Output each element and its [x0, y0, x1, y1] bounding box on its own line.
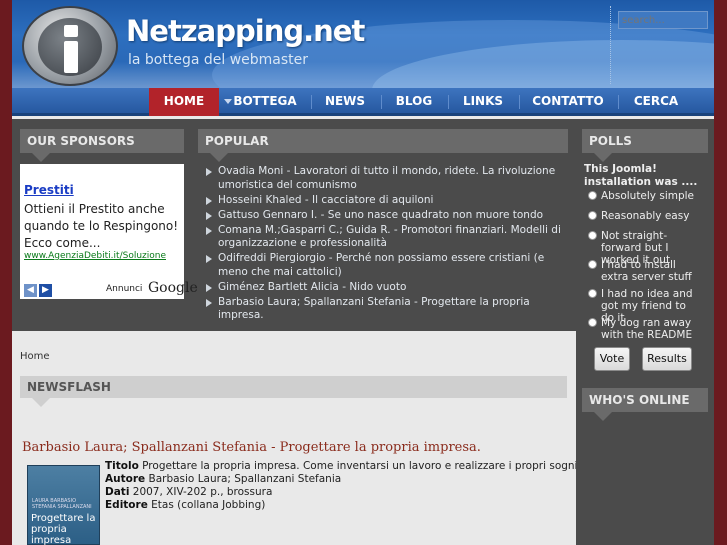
ad-text: Ottieni il Prestito anche quando te lo R… — [24, 202, 179, 250]
radio-button[interactable] — [588, 191, 597, 200]
site-title[interactable]: Netzapping.net — [126, 14, 365, 48]
list-item[interactable]: Giménez Bartlett Alicia - Nido vuoto — [206, 281, 566, 295]
detail-editore: Editore Etas (collana Jobbing) — [105, 499, 266, 511]
google-logo[interactable]: Google — [148, 280, 198, 296]
list-item[interactable]: Barbasio Laura; Spallanzani Stefania - P… — [206, 296, 566, 323]
ad-url[interactable]: www.AgenziaDebiti.it/Soluzione — [24, 251, 166, 261]
nav-item-cerca[interactable]: CERCA — [621, 88, 691, 116]
sponsors-title: OUR SPONSORS — [20, 129, 184, 162]
nav-item-contatto[interactable]: CONTATTO — [522, 88, 614, 116]
radio-button[interactable] — [588, 211, 597, 220]
list-item[interactable]: Odifreddi Piergiorgio - Perché non possi… — [206, 252, 566, 279]
ad-headline[interactable]: Prestiti — [24, 183, 74, 197]
popular-list: Ovadia Moni - Lavoratori di tutto il mon… — [206, 165, 566, 324]
nav-item-bottega[interactable]: BOTTEGA — [230, 88, 300, 116]
radio-button[interactable] — [588, 260, 597, 269]
ad-prev-icon[interactable]: ◀ — [24, 284, 37, 297]
vote-button[interactable]: Vote — [594, 347, 630, 371]
list-item[interactable]: Gattuso Gennaro I. - Se uno nasce quadra… — [206, 209, 566, 223]
poll-option[interactable]: Absolutely simple — [588, 190, 700, 202]
nav-item-links[interactable]: LINKS — [452, 88, 514, 116]
site-header: Netzapping.net la bottega del webmaster — [12, 0, 714, 88]
sponsor-ad: Prestiti Ottieni il Prestito anche quand… — [20, 164, 198, 299]
ad-next-icon[interactable]: ▶ — [39, 284, 52, 297]
info-logo-icon[interactable] — [22, 6, 118, 86]
polls-title: POLLS — [582, 129, 708, 162]
results-button[interactable]: Results — [642, 347, 692, 371]
detail-autore: Autore Barbasio Laura; Spallanzani Stefa… — [105, 473, 342, 485]
radio-button[interactable] — [588, 231, 597, 240]
poll-option[interactable]: Reasonably easy — [588, 210, 700, 222]
list-item[interactable]: Comana M.;Gasparri C.; Guida R. - Promot… — [206, 224, 566, 251]
poll-question: This Joomla! installation was .... — [584, 163, 698, 188]
page-frame: Netzapping.net la bottega del webmaster … — [12, 0, 714, 545]
whos-online-title: WHO'S ONLINE — [582, 388, 708, 421]
book-cover-image: LAURA BARBASIO STEFANIA SPALLANZANI Prog… — [27, 465, 100, 545]
header-divider — [610, 6, 611, 84]
newsflash-title: NEWSFLASH — [20, 376, 567, 407]
list-item[interactable]: Hosseini Khaled - Il cacciatore di aquil… — [206, 194, 566, 208]
detail-dati: Dati 2007, XIV-202 p., brossura — [105, 486, 273, 498]
cover-title: Progettare la propria impresa — [31, 513, 96, 545]
detail-titolo: Titolo Progettare la propria impresa. Co… — [105, 460, 578, 472]
radio-button[interactable] — [588, 289, 597, 298]
main-nav: HOME BOTTEGA NEWS BLOG LINKS CONTATTO CE… — [12, 88, 714, 116]
nav-item-blog[interactable]: BLOG — [384, 88, 444, 116]
nav-item-home[interactable]: HOME — [149, 88, 219, 116]
cover-authors: LAURA BARBASIO STEFANIA SPALLANZANI — [32, 498, 92, 510]
radio-button[interactable] — [588, 318, 597, 327]
poll-option[interactable]: I had to install extra server stuff — [588, 259, 700, 283]
breadcrumb[interactable]: Home — [20, 351, 50, 362]
popular-title: POPULAR — [198, 129, 568, 162]
article-title[interactable]: Barbasio Laura; Spallanzani Stefania - P… — [22, 440, 481, 455]
search-input[interactable] — [618, 11, 708, 29]
site-tagline: la bottega del webmaster — [128, 52, 309, 68]
nav-item-news[interactable]: NEWS — [314, 88, 376, 116]
ad-annunci-label: Annunci — [106, 284, 143, 294]
list-item[interactable]: Ovadia Moni - Lavoratori di tutto il mon… — [206, 165, 566, 192]
